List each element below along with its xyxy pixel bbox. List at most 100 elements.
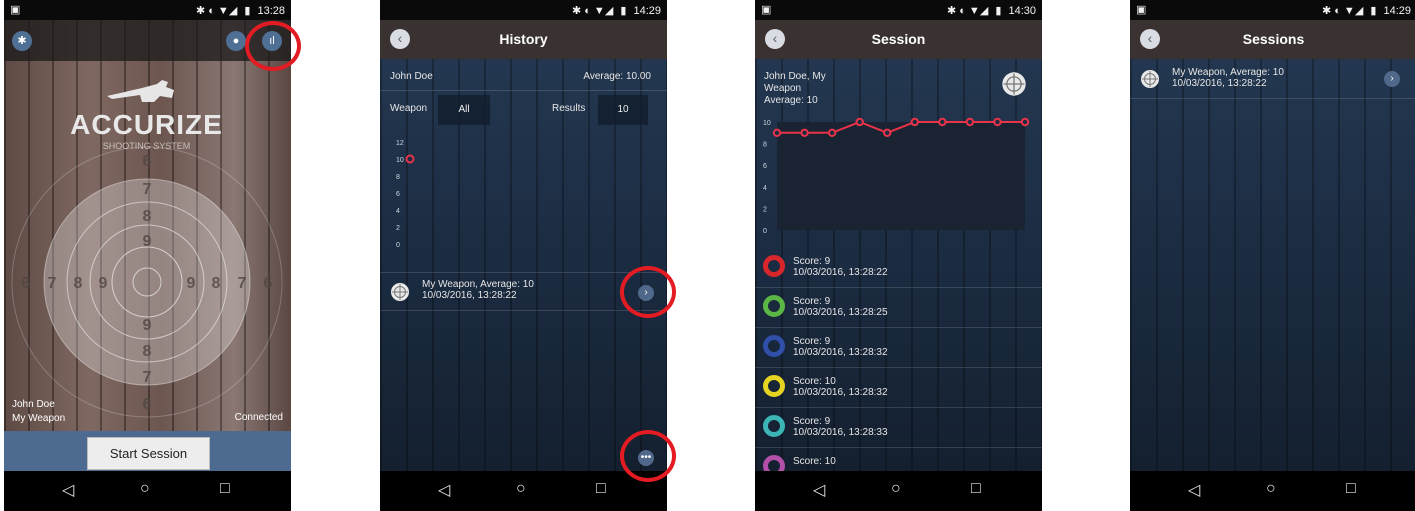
status-bar: ✱ ◐ ▼◢ ▮ 14:29 xyxy=(380,0,667,20)
session-entry[interactable]: My Weapon, Average: 10 10/03/2016, 13:28… xyxy=(1172,67,1284,89)
notification-icon: ▣ xyxy=(1136,4,1147,16)
target-number: 6 xyxy=(22,275,31,292)
target-number: 8 xyxy=(143,343,152,360)
target-number: 7 xyxy=(48,275,57,292)
nav-recent-icon[interactable]: □ xyxy=(971,480,981,498)
wood-background xyxy=(1130,59,1415,471)
plot-area xyxy=(777,122,1025,230)
session-line-chart: 10 8 6 4 2 0 xyxy=(763,117,1030,235)
user-profile-icon[interactable]: ● xyxy=(226,31,246,51)
divider xyxy=(380,310,667,311)
weapon-label: Weapon xyxy=(390,103,428,114)
divider xyxy=(755,367,1042,368)
y-tick-label: 8 xyxy=(763,142,767,149)
shot-score: Score: 9 xyxy=(793,336,831,347)
shot-time: 10/03/2016, 13:28:32 xyxy=(793,347,888,358)
highlight-circle xyxy=(620,266,676,318)
settings-gear-icon[interactable]: ✱ xyxy=(12,31,32,51)
target-number: 9 xyxy=(187,275,196,292)
nav-recent-icon[interactable]: □ xyxy=(596,480,606,498)
open-session-arrow-button[interactable]: › xyxy=(1384,71,1400,87)
nav-home-icon[interactable]: ○ xyxy=(140,480,150,498)
shot-item[interactable]: Score: 9 10/03/2016, 13:28:32 xyxy=(793,336,888,358)
history-chart: 12 10 8 6 4 2 0 xyxy=(396,140,415,249)
y-tick-label: 2 xyxy=(396,225,400,232)
shot-color-ring xyxy=(763,375,785,397)
title-bar: ‹ Session xyxy=(755,20,1042,59)
crosshair-icon xyxy=(1002,72,1026,96)
session-weapon-line: Weapon xyxy=(764,83,802,94)
target-number: 6 xyxy=(143,153,152,170)
data-point xyxy=(855,117,864,127)
shot-item[interactable]: Score: 10 10/03/2016, 13:28:32 xyxy=(793,376,888,398)
shot-score: Score: 10 xyxy=(793,456,836,467)
status-time: 14:29 xyxy=(1383,5,1411,17)
status-bar: ▣ ✱ ◐ ▼◢ ▮ 13:28 xyxy=(4,0,291,20)
history-entry[interactable]: My Weapon, Average: 10 10/03/2016, 13:28… xyxy=(422,279,534,301)
data-point xyxy=(965,117,975,127)
data-point xyxy=(1020,117,1030,127)
target-number: 9 xyxy=(99,275,108,292)
target-number: 7 xyxy=(143,369,152,386)
shot-color-ring xyxy=(763,415,785,437)
status-icons: ✱ ◐ ▼◢ xyxy=(946,5,989,17)
nav-home-icon[interactable]: ○ xyxy=(1266,480,1276,498)
status-time: 13:28 xyxy=(257,5,285,17)
shot-item[interactable]: Score: 9 10/03/2016, 13:28:25 xyxy=(793,296,888,318)
shot-color-ring xyxy=(763,255,785,277)
android-nav-bar: ◁ ○ □ xyxy=(1130,471,1415,511)
status-time: 14:29 xyxy=(633,5,661,17)
shot-item[interactable]: Score: 10 xyxy=(793,456,836,467)
shot-item[interactable]: Score: 9 10/03/2016, 13:28:22 xyxy=(793,256,888,278)
shot-time: 10/03/2016, 13:28:33 xyxy=(793,427,888,438)
data-point xyxy=(772,128,782,137)
battery-icon: ▮ xyxy=(995,5,1002,17)
weapon-select[interactable]: All xyxy=(438,95,490,125)
screen-title: History xyxy=(499,31,548,47)
target-number: 7 xyxy=(238,275,247,292)
phone-history-screen: ✱ ◐ ▼◢ ▮ 14:29 ‹ History John Doe Averag… xyxy=(380,0,667,511)
results-count-field[interactable]: 10 xyxy=(598,95,648,125)
target-number: 7 xyxy=(143,181,152,198)
android-nav-bar: ◁ ○ □ xyxy=(755,471,1042,511)
nav-home-icon[interactable]: ○ xyxy=(891,480,901,498)
session-user-line: John Doe, My xyxy=(764,71,826,82)
y-tick-label: 10 xyxy=(763,120,771,127)
session-average: Average: 10 xyxy=(764,95,818,106)
target-number: 8 xyxy=(143,208,152,225)
nav-back-icon[interactable]: ◁ xyxy=(813,480,825,500)
shot-time: 10/03/2016, 13:28:22 xyxy=(793,267,888,278)
data-point xyxy=(910,117,919,127)
y-tick-label: 4 xyxy=(763,185,767,192)
start-session-button[interactable]: Start Session xyxy=(87,437,210,470)
shooting-target: 6 7 8 9 9 8 7 6 6 7 8 9 9 8 7 6 xyxy=(11,146,283,418)
status-icons: ✱ ◐ ▼◢ xyxy=(195,5,238,17)
data-point xyxy=(827,128,837,137)
title-bar: ‹ Sessions xyxy=(1130,20,1415,59)
nav-back-icon[interactable]: ◁ xyxy=(438,480,450,500)
screen-title: Sessions xyxy=(1242,31,1305,47)
divider xyxy=(755,287,1042,288)
shot-item[interactable]: Score: 9 10/03/2016, 13:28:33 xyxy=(793,416,888,438)
status-icons: ✱ ◐ ▼◢ xyxy=(1321,5,1364,17)
divider xyxy=(755,407,1042,408)
shot-score: Score: 10 xyxy=(793,376,836,387)
nav-back-icon[interactable]: ◁ xyxy=(1188,480,1200,500)
nav-back-icon[interactable]: ◁ xyxy=(62,480,74,500)
target-number: 9 xyxy=(143,233,152,250)
target-number: 8 xyxy=(212,275,221,292)
shot-score: Score: 9 xyxy=(793,296,831,307)
data-point xyxy=(800,128,809,137)
status-time: 14:30 xyxy=(1008,5,1036,17)
nav-recent-icon[interactable]: □ xyxy=(220,480,230,498)
nav-recent-icon[interactable]: □ xyxy=(1346,480,1356,498)
weapon-name: My Weapon xyxy=(12,413,66,424)
shooter-silhouette-icon xyxy=(106,80,174,102)
battery-icon: ▮ xyxy=(620,5,627,17)
target-number: 6 xyxy=(143,396,152,413)
y-tick-label: 6 xyxy=(763,163,767,170)
shot-time: 10/03/2016, 13:28:25 xyxy=(793,307,888,318)
y-tick-label: 6 xyxy=(396,191,400,198)
data-point xyxy=(405,154,415,164)
nav-home-icon[interactable]: ○ xyxy=(516,480,526,498)
